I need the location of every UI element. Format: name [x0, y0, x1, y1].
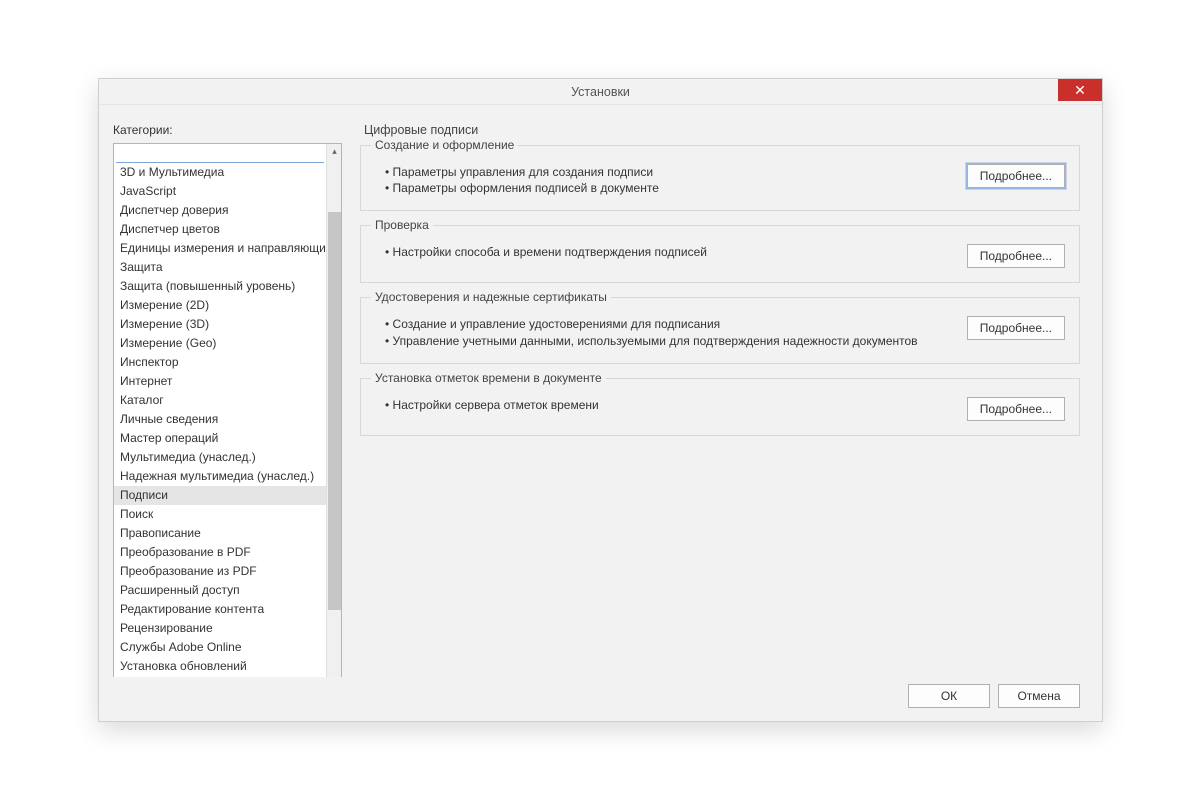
- cancel-button[interactable]: Отмена: [998, 684, 1080, 708]
- category-item[interactable]: Рецензирование: [114, 619, 326, 638]
- scroll-up-icon[interactable]: ▴: [327, 144, 342, 159]
- group-legend: Проверка: [371, 218, 433, 232]
- main-panel: Цифровые подписи Создание и оформлениеПа…: [354, 105, 1102, 677]
- category-item[interactable]: Надежная мультимедиа (унаслед.): [114, 467, 326, 486]
- bullet-list: Создание и управление удостоверениями дл…: [375, 316, 955, 348]
- details-button[interactable]: Подробнее...: [967, 164, 1065, 188]
- bullet-list: Настройки сервера отметок времени: [375, 397, 955, 413]
- ok-button[interactable]: ОК: [908, 684, 990, 708]
- category-listbox[interactable]: 3D и МультимедиаJavaScriptДиспетчер дове…: [114, 144, 326, 677]
- category-item[interactable]: Измерение (2D): [114, 296, 326, 315]
- category-item[interactable]: Интернет: [114, 372, 326, 391]
- category-item[interactable]: Преобразование в PDF: [114, 543, 326, 562]
- category-item[interactable]: Диспетчер цветов: [114, 220, 326, 239]
- category-item[interactable]: Измерение (3D): [114, 315, 326, 334]
- category-item[interactable]: Установка обновлений: [114, 657, 326, 676]
- category-item[interactable]: 3D и Мультимедиа: [114, 163, 326, 182]
- dialog-title: Установки: [571, 85, 630, 99]
- category-item[interactable]: Преобразование из PDF: [114, 562, 326, 581]
- category-item[interactable]: Защита (повышенный уровень): [114, 277, 326, 296]
- bullet-item: Настройки способа и времени подтверждени…: [385, 244, 955, 260]
- details-button[interactable]: Подробнее...: [967, 244, 1065, 268]
- bullet-list: Настройки способа и времени подтверждени…: [375, 244, 955, 260]
- details-button[interactable]: Подробнее...: [967, 397, 1065, 421]
- bullet-item: Параметры управления для создания подпис…: [385, 164, 955, 180]
- group-content: Создание и управление удостоверениями дл…: [375, 316, 1065, 348]
- group-content: Настройки сервера отметок времени Подробн…: [375, 397, 1065, 421]
- category-item[interactable]: Мастер операций: [114, 429, 326, 448]
- category-list-wrap: 3D и МультимедиаJavaScriptДиспетчер дове…: [113, 143, 342, 677]
- category-item[interactable]: Каталог: [114, 391, 326, 410]
- groupbox: Установка отметок времени в документеНас…: [360, 378, 1080, 436]
- category-item[interactable]: JavaScript: [114, 182, 326, 201]
- scroll-thumb[interactable]: [328, 212, 341, 610]
- category-item[interactable]: Подписи: [114, 486, 326, 505]
- groups-container: Создание и оформлениеПараметры управлени…: [360, 145, 1080, 450]
- category-item[interactable]: Единицы измерения и направляющие: [114, 239, 326, 258]
- groupbox: Создание и оформлениеПараметры управлени…: [360, 145, 1080, 211]
- bullet-item: Управление учетными данными, используемы…: [385, 333, 955, 349]
- bullet-item: Настройки сервера отметок времени: [385, 397, 955, 413]
- group-legend: Создание и оформление: [371, 138, 518, 152]
- groupbox: Удостоверения и надежные сертификатыСозд…: [360, 297, 1080, 363]
- bullet-item: Создание и управление удостоверениями дл…: [385, 316, 955, 332]
- category-item[interactable]: Измерение (Geo): [114, 334, 326, 353]
- details-button[interactable]: Подробнее...: [967, 316, 1065, 340]
- category-item[interactable]: Редактирование контента: [114, 600, 326, 619]
- panel-title: Цифровые подписи: [364, 123, 1080, 137]
- category-item[interactable]: Поиск: [114, 505, 326, 524]
- category-item[interactable]: Расширенный доступ: [114, 581, 326, 600]
- category-item[interactable]: Диспетчер доверия: [114, 201, 326, 220]
- category-item[interactable]: Личные сведения: [114, 410, 326, 429]
- category-filter-input[interactable]: [116, 146, 324, 163]
- titlebar: Установки ✕: [99, 79, 1102, 105]
- group-content: Настройки способа и времени подтверждени…: [375, 244, 1065, 268]
- category-item[interactable]: Службы Adobe Online: [114, 638, 326, 657]
- sidebar: Категории: 3D и МультимедиаJavaScriptДис…: [99, 105, 354, 677]
- dialog-footer: ОК Отмена: [99, 677, 1102, 721]
- bullet-list: Параметры управления для создания подпис…: [375, 164, 955, 196]
- close-icon: ✕: [1074, 83, 1086, 97]
- category-item[interactable]: Учетные записи электронной почты: [114, 676, 326, 677]
- group-legend: Установка отметок времени в документе: [371, 371, 606, 385]
- category-item[interactable]: Мультимедиа (унаслед.): [114, 448, 326, 467]
- groupbox: ПроверкаНастройки способа и времени подт…: [360, 225, 1080, 283]
- sidebar-label: Категории:: [113, 123, 342, 137]
- bullet-item: Параметры оформления подписей в документ…: [385, 180, 955, 196]
- dialog-body: Категории: 3D и МультимедиаJavaScriptДис…: [99, 105, 1102, 677]
- group-content: Параметры управления для создания подпис…: [375, 164, 1065, 196]
- group-legend: Удостоверения и надежные сертификаты: [371, 290, 611, 304]
- preferences-dialog: Установки ✕ Категории: 3D и МультимедиаJ…: [98, 78, 1103, 722]
- close-button[interactable]: ✕: [1058, 79, 1102, 101]
- category-item[interactable]: Защита: [114, 258, 326, 277]
- scrollbar[interactable]: ▴ ▾: [326, 144, 341, 677]
- category-item[interactable]: Инспектор: [114, 353, 326, 372]
- category-item[interactable]: Правописание: [114, 524, 326, 543]
